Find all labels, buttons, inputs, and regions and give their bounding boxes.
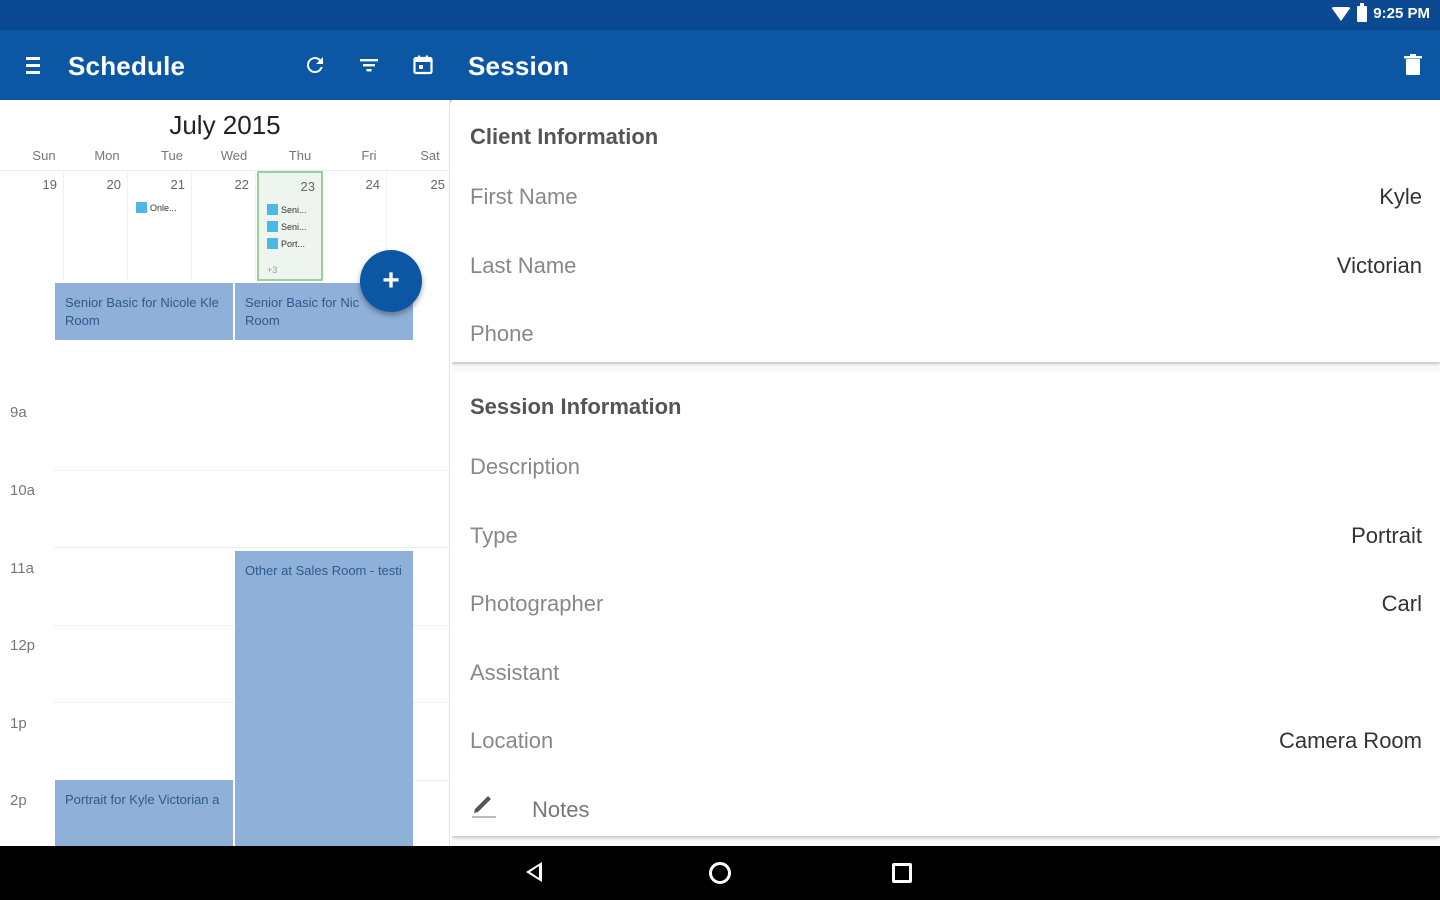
weekday-label: Thu bbox=[288, 148, 312, 163]
session-info-card: Session Information Description Type Por… bbox=[452, 372, 1440, 836]
mini-event[interactable]: Port... bbox=[267, 237, 315, 250]
weekday-label: Wed bbox=[220, 148, 248, 163]
hour-divider bbox=[54, 470, 449, 471]
hour-label: 9a bbox=[10, 404, 27, 421]
day-cell-20[interactable]: 20 bbox=[64, 171, 128, 281]
weekday-label: Sun bbox=[32, 148, 56, 163]
notes-label[interactable]: Notes bbox=[532, 797, 589, 823]
first-name-label: First Name bbox=[470, 184, 578, 209]
day-number: 19 bbox=[42, 177, 57, 192]
event-room: Room bbox=[245, 313, 280, 328]
session-title: Session bbox=[468, 51, 570, 81]
day-number: 20 bbox=[106, 177, 121, 192]
last-name-value[interactable]: Victorian bbox=[1337, 253, 1422, 279]
description-label: Description bbox=[470, 454, 581, 479]
menu-icon[interactable] bbox=[18, 50, 48, 80]
edit-notes-icon[interactable] bbox=[470, 790, 498, 820]
location-label: Location bbox=[470, 728, 554, 753]
app-bar: Schedule Session bbox=[0, 30, 1440, 100]
mini-event-label: Seni... bbox=[281, 221, 307, 232]
month-title: July 2015 bbox=[169, 110, 281, 140]
mini-event-label: Seni... bbox=[281, 204, 307, 215]
status-icons: 9:25 PM bbox=[1331, 2, 1430, 22]
schedule-pane: July 2015 Sun Mon Tue Wed Thu Fri Sat 19… bbox=[0, 100, 450, 846]
client-info-header: Client Information bbox=[470, 124, 659, 149]
day-cell-22[interactable]: 22 bbox=[192, 171, 256, 281]
type-label: Type bbox=[470, 523, 518, 548]
delete-icon[interactable] bbox=[1398, 50, 1428, 80]
day-number: 25 bbox=[430, 177, 445, 192]
event-swatch bbox=[267, 221, 278, 232]
calendar-today-icon[interactable] bbox=[408, 50, 438, 80]
filter-icon[interactable] bbox=[354, 50, 384, 80]
day-cell-21[interactable]: 21 Onle... bbox=[128, 171, 192, 281]
system-nav-bar bbox=[0, 846, 1440, 900]
session-event[interactable]: Senior Basic for Nicole Kle Room bbox=[54, 283, 233, 340]
mini-event[interactable]: Onle... bbox=[136, 201, 184, 214]
first-name-value[interactable]: Kyle bbox=[1379, 184, 1422, 210]
photographer-label: Photographer bbox=[470, 591, 604, 616]
hour-label: 11a bbox=[10, 560, 34, 577]
photographer-value[interactable]: Carl bbox=[1382, 591, 1422, 617]
session-event[interactable]: Portrait for Kyle Victorian a bbox=[54, 780, 233, 846]
weekday-label: Sat bbox=[420, 148, 440, 163]
hour-label: 10a bbox=[10, 482, 36, 499]
event-title: Senior Basic for Nicole Kle bbox=[65, 295, 219, 310]
mini-event-label: Onle... bbox=[150, 202, 177, 213]
home-icon[interactable] bbox=[709, 862, 731, 884]
schedule-title: Schedule bbox=[68, 51, 186, 81]
mini-event[interactable]: Seni... bbox=[267, 203, 315, 216]
event-swatch bbox=[267, 238, 278, 249]
weekday-label: Tue bbox=[161, 148, 183, 163]
event-title: Other at Sales Room - testi bbox=[245, 563, 402, 578]
status-time: 9:25 PM bbox=[1373, 5, 1430, 22]
day-cell-23-selected[interactable]: 23 Seni... Seni... Port... +3 bbox=[257, 171, 323, 281]
hour-label: 2p bbox=[10, 792, 27, 809]
mini-event-label: Port... bbox=[281, 238, 306, 249]
session-event[interactable]: Other at Sales Room - testi bbox=[234, 551, 413, 846]
status-bar: 9:25 PM bbox=[0, 0, 1440, 30]
event-title: Portrait for Kyle Victorian a bbox=[65, 792, 220, 807]
add-session-button[interactable]: + bbox=[360, 250, 422, 312]
weekday-label: Fri bbox=[361, 148, 377, 163]
battery-icon bbox=[1357, 2, 1368, 22]
day-number: 24 bbox=[365, 177, 380, 192]
hour-label: 1p bbox=[10, 715, 27, 732]
session-info-header: Session Information bbox=[470, 394, 682, 419]
hour-divider bbox=[54, 547, 449, 548]
weekday-header: Sun Mon Tue Wed Thu Fri Sat bbox=[0, 148, 449, 168]
session-detail-pane: Client Information First Name Kyle Last … bbox=[452, 100, 1440, 846]
day-number: 22 bbox=[234, 177, 249, 192]
day-number: 23 bbox=[300, 179, 315, 194]
event-swatch bbox=[267, 204, 278, 215]
hour-label: 12p bbox=[10, 637, 36, 654]
type-value[interactable]: Portrait bbox=[1351, 523, 1422, 549]
day-number: 21 bbox=[170, 177, 185, 192]
day-cell-19[interactable]: 19 bbox=[0, 171, 64, 281]
weekday-label: Mon bbox=[94, 148, 120, 163]
client-info-card: Client Information First Name Kyle Last … bbox=[452, 100, 1440, 362]
back-icon[interactable] bbox=[526, 862, 542, 882]
event-room: Room bbox=[65, 313, 100, 328]
refresh-icon[interactable] bbox=[300, 50, 330, 80]
mini-event[interactable]: Seni... bbox=[267, 220, 315, 233]
phone-label: Phone bbox=[470, 321, 534, 346]
last-name-label: Last Name bbox=[470, 253, 577, 278]
more-events-count[interactable]: +3 bbox=[267, 265, 277, 275]
recent-apps-icon[interactable] bbox=[892, 863, 912, 883]
wifi-icon bbox=[1331, 6, 1352, 21]
location-value[interactable]: Camera Room bbox=[1279, 728, 1422, 754]
assistant-label: Assistant bbox=[470, 660, 560, 685]
event-swatch bbox=[136, 202, 147, 213]
